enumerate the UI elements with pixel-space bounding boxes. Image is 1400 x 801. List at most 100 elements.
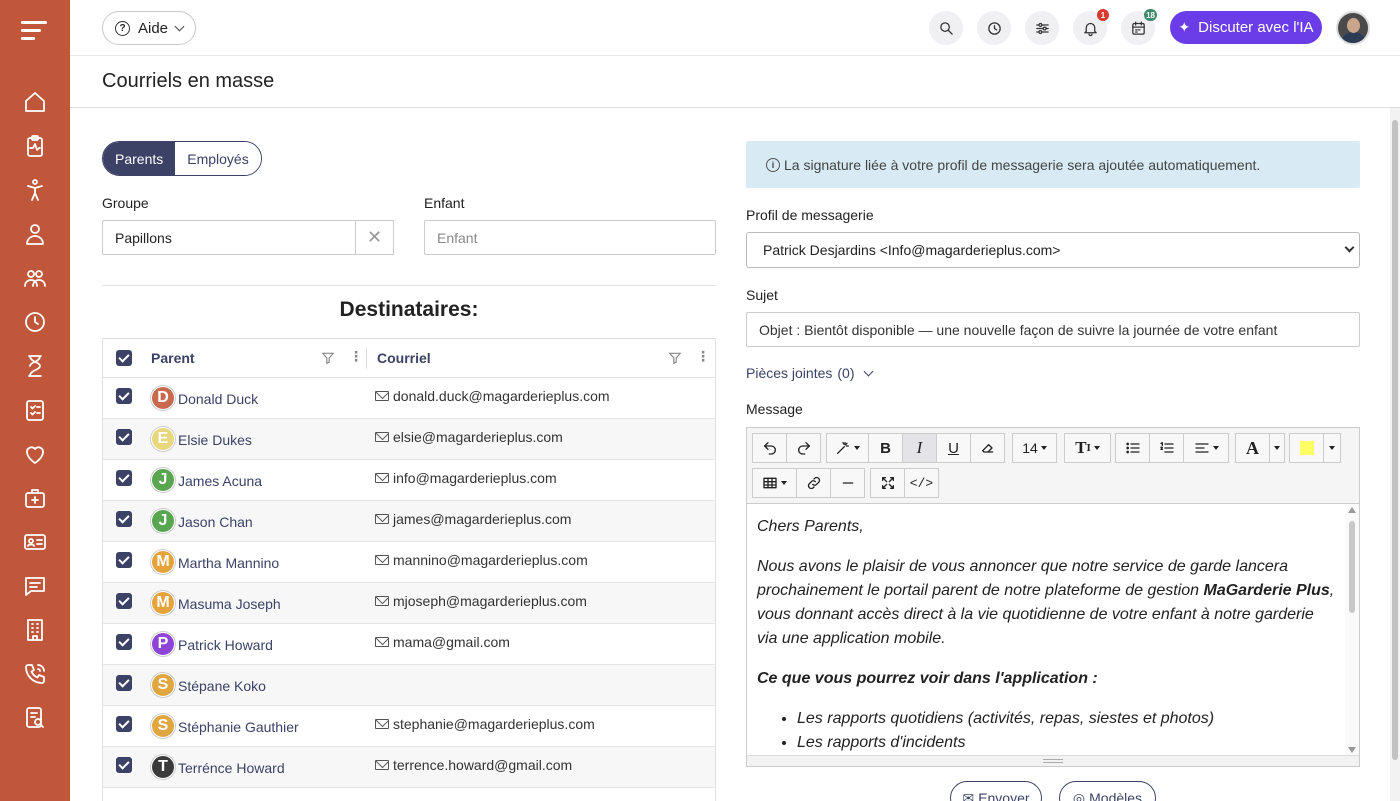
row-checkbox[interactable]	[116, 429, 132, 445]
row-checkbox[interactable]	[116, 675, 132, 691]
calendar-button[interactable]: 18	[1121, 9, 1157, 45]
clock-icon[interactable]	[22, 309, 48, 335]
bullet-list-icon[interactable]	[1115, 433, 1150, 463]
sparkle-icon: ✦	[1178, 19, 1191, 35]
editor-scrollbar[interactable]	[1345, 505, 1359, 755]
magic-wand-icon[interactable]	[826, 433, 869, 463]
parent-name-link[interactable]: Stéphanie Gauthier	[178, 719, 299, 735]
parent-name-link[interactable]: Patrick Howard	[178, 637, 273, 653]
align-icon[interactable]	[1183, 433, 1229, 463]
column-parent[interactable]: Parent	[151, 350, 195, 366]
toggle-employees[interactable]: Employés	[175, 142, 261, 175]
table-icon[interactable]	[752, 468, 797, 498]
notifications-button[interactable]: 1	[1073, 9, 1109, 45]
heart-icon[interactable]	[22, 441, 48, 467]
column-menu-icon[interactable]: ⋮	[696, 348, 710, 365]
table-row[interactable]: E Elsie Dukes elsie@magarderieplus.com	[103, 419, 715, 460]
table-row[interactable]: S Stépane Koko	[103, 665, 715, 706]
row-checkbox[interactable]	[116, 634, 132, 650]
parent-name-link[interactable]: Martha Mannino	[178, 555, 279, 571]
group-select[interactable]: Papillons	[102, 220, 356, 255]
parent-name-link[interactable]: Elsie Dukes	[178, 432, 252, 448]
italic-button[interactable]: I	[902, 433, 937, 463]
parent-name-link[interactable]: Donald Duck	[178, 391, 258, 407]
table-row[interactable]: J James Acuna info@magarderieplus.com	[103, 460, 715, 501]
filter-icon[interactable]	[668, 351, 682, 368]
parent-name-link[interactable]: Stépane Koko	[178, 678, 266, 694]
eraser-icon[interactable]	[970, 433, 1005, 463]
numbered-list-icon[interactable]	[1149, 433, 1184, 463]
checklist-icon[interactable]	[22, 397, 48, 423]
search-button[interactable]	[929, 11, 963, 45]
building-icon[interactable]	[22, 617, 48, 643]
row-checkbox[interactable]	[116, 470, 132, 486]
profile-select[interactable]: Patrick Desjardins <Info@magarderieplus.…	[746, 232, 1360, 268]
help-button[interactable]: ? Aide	[102, 11, 196, 45]
row-checkbox[interactable]	[116, 716, 132, 732]
templates-button[interactable]: ◎ Modèles	[1059, 781, 1156, 801]
filter-icon[interactable]	[321, 351, 335, 368]
ai-chat-button[interactable]: ✦ Discuter avec l'IA	[1170, 11, 1322, 44]
column-menu-icon[interactable]: ⋮	[349, 348, 363, 365]
envelope-icon	[375, 596, 389, 606]
staff-icon[interactable]	[22, 221, 48, 247]
row-checkbox[interactable]	[116, 552, 132, 568]
message-body[interactable]: Chers Parents, Nous avons le plaisir de …	[747, 505, 1345, 755]
editor-resize-handle[interactable]	[747, 755, 1359, 766]
parent-name-link[interactable]: James Acuna	[178, 473, 262, 489]
id-card-icon[interactable]	[22, 529, 48, 555]
font-size-select[interactable]: 14	[1012, 433, 1057, 463]
text-color-icon[interactable]: A	[1235, 433, 1270, 463]
parent-name-link[interactable]: Terrénce Howard	[178, 760, 285, 776]
help-label: Aide	[138, 19, 169, 37]
child-icon[interactable]	[22, 177, 48, 203]
parent-name-link[interactable]: Masuma Joseph	[178, 596, 281, 612]
page-scrollbar[interactable]	[1390, 108, 1400, 801]
row-checkbox[interactable]	[116, 388, 132, 404]
attachments-toggle[interactable]: Pièces jointes (0)	[746, 365, 873, 381]
highlight-color-icon[interactable]	[1289, 433, 1324, 463]
link-icon[interactable]	[796, 468, 831, 498]
clipboard-pulse-icon[interactable]	[22, 133, 48, 159]
settings-button[interactable]	[1025, 11, 1059, 45]
home-icon[interactable]	[22, 89, 48, 115]
select-all-checkbox[interactable]	[116, 350, 132, 366]
undo-icon[interactable]	[752, 433, 787, 463]
help-icon: ?	[115, 20, 130, 36]
child-input[interactable]: Enfant	[424, 220, 716, 255]
row-checkbox[interactable]	[116, 511, 132, 527]
hourglass-icon[interactable]	[22, 353, 48, 379]
toggle-parents[interactable]: Parents	[103, 142, 176, 175]
underline-button[interactable]: U	[936, 433, 971, 463]
code-view-icon[interactable]: </>	[904, 468, 939, 498]
table-row[interactable]: D Donald Duck donald.duck@magarderieplus.c…	[103, 378, 715, 419]
table-row[interactable]: S Stéphanie Gauthier stephanie@magarderiep…	[103, 706, 715, 747]
report-search-icon[interactable]	[22, 705, 48, 731]
text-style-icon[interactable]: TI	[1064, 433, 1111, 463]
users-icon[interactable]	[22, 265, 48, 291]
history-button[interactable]	[977, 11, 1011, 45]
horizontal-rule-icon[interactable]	[830, 468, 865, 498]
clear-group-icon[interactable]: ✕	[355, 220, 394, 255]
fullscreen-icon[interactable]	[870, 468, 905, 498]
table-row[interactable]: P Patrick Howard mama@gmail.com	[103, 624, 715, 665]
bold-button[interactable]: B	[868, 433, 903, 463]
row-checkbox[interactable]	[116, 757, 132, 773]
column-email[interactable]: Courriel	[377, 350, 431, 366]
menu-icon[interactable]	[21, 19, 49, 43]
medical-kit-icon[interactable]	[22, 485, 48, 511]
phone-icon[interactable]	[22, 661, 48, 687]
table-row[interactable]: T Terrénce Howard terrence.howard@gmail.co…	[103, 747, 715, 788]
send-button[interactable]: ✉ Envoyer	[950, 781, 1042, 801]
redo-icon[interactable]	[786, 433, 821, 463]
highlight-color-dropdown[interactable]	[1323, 433, 1341, 463]
subject-input[interactable]: Objet : Bientôt disponible — une nouvell…	[746, 312, 1360, 347]
chat-icon[interactable]	[22, 573, 48, 599]
table-row[interactable]: M Masuma Joseph mjoseph@magarderieplus.com	[103, 583, 715, 624]
text-color-dropdown[interactable]	[1269, 433, 1285, 463]
row-checkbox[interactable]	[116, 593, 132, 609]
avatar[interactable]	[1336, 11, 1370, 45]
parent-name-link[interactable]: Jason Chan	[178, 514, 253, 530]
table-row[interactable]: M Martha Mannino mannino@magarderieplus.co…	[103, 542, 715, 583]
table-row[interactable]: J Jason Chan james@magarderieplus.com	[103, 501, 715, 542]
